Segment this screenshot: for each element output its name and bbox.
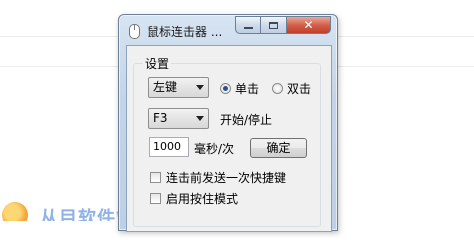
close-icon: ✕ [303, 18, 314, 32]
window-client: 设置 左键 单击 双击 F3 开始/停止 1000 毫秒/次 确定 连击前发送一… [126, 45, 332, 232]
radio-unselected-icon [272, 83, 283, 94]
mouse-button-select[interactable]: 左键 [148, 77, 209, 98]
chevron-down-icon [196, 116, 204, 121]
hold-mode-label: 启用按住模式 [166, 192, 239, 206]
single-click-label: 单击 [235, 82, 260, 96]
logo-mark-icon [2, 202, 28, 221]
hotkey-value: F3 [153, 111, 168, 125]
send-hotkey-checkbox[interactable]: 连击前发送一次快捷键 [150, 169, 286, 186]
confirm-button[interactable]: 确定 [250, 138, 307, 158]
checkbox-icon [150, 193, 161, 204]
hotkey-label: 开始/停止 [220, 113, 273, 127]
hotkey-select[interactable]: F3 [148, 108, 209, 129]
clicker-window: 鼠标连击器 ... ✕ 设置 左键 单击 双击 F3 开始/停止 1000 毫秒… [118, 14, 338, 232]
mouse-icon [129, 24, 140, 39]
minimize-icon [243, 27, 253, 29]
checkbox-icon [150, 172, 161, 183]
interval-unit-label: 毫秒/次 [194, 142, 235, 156]
maximize-icon [269, 21, 278, 29]
title-bar[interactable]: 鼠标连击器 ... ✕ [119, 15, 337, 45]
double-click-radio[interactable]: 双击 [272, 80, 311, 97]
window-title: 鼠标连击器 ... [147, 25, 223, 39]
double-click-label: 双击 [287, 82, 312, 96]
mouse-button-value: 左键 [153, 80, 178, 94]
chevron-down-icon [196, 85, 204, 90]
maximize-button[interactable] [261, 16, 287, 34]
minimize-button[interactable] [235, 16, 261, 34]
send-hotkey-label: 连击前发送一次快捷键 [166, 171, 287, 185]
hold-mode-checkbox[interactable]: 启用按住模式 [150, 190, 238, 207]
radio-selected-icon [220, 83, 231, 94]
window-controls: ✕ [235, 16, 331, 35]
close-button[interactable]: ✕ [287, 16, 331, 34]
single-click-radio[interactable]: 单击 [220, 80, 259, 97]
interval-input[interactable]: 1000 [149, 137, 189, 157]
settings-group-label: 设置 [143, 55, 172, 72]
